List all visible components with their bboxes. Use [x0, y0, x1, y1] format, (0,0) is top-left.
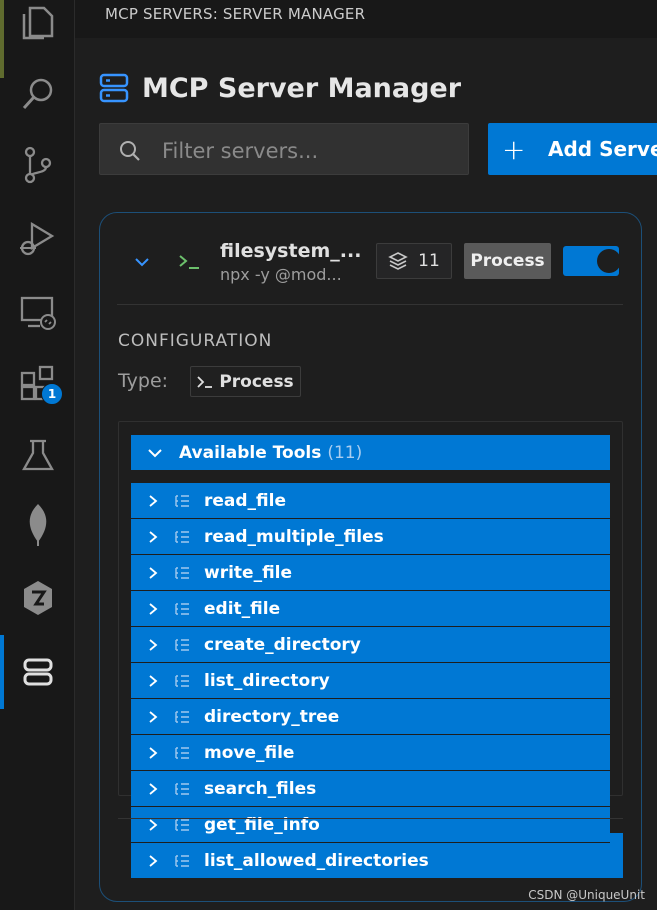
- tool-list-icon: [175, 818, 189, 831]
- server-type-chip: Process: [464, 243, 551, 279]
- tool-name: move_file: [204, 742, 295, 763]
- tool-list-icon: [175, 746, 189, 759]
- drag-ghost: [610, 833, 623, 878]
- mcp-servers-icon[interactable]: [0, 635, 75, 709]
- terminal-prompt-icon: [197, 375, 213, 388]
- hexagon-extension-icon[interactable]: [0, 570, 75, 626]
- server-command: npx -y @mod...: [220, 265, 342, 284]
- chevron-right-icon: [149, 854, 158, 867]
- run-debug-icon[interactable]: [0, 210, 75, 266]
- tool-name: read_file: [204, 490, 287, 511]
- chevron-right-icon: [149, 566, 158, 579]
- tool-row[interactable]: list_directory: [131, 663, 610, 698]
- type-value: Process: [219, 371, 294, 392]
- tool-name: list_allowed_directories: [204, 850, 429, 871]
- tool-row[interactable]: read_file: [131, 483, 610, 518]
- type-value-chip: Process: [190, 366, 301, 397]
- tool-list-icon: [175, 530, 189, 543]
- tool-row[interactable]: search_files: [131, 771, 610, 806]
- tool-name: read_multiple_files: [204, 526, 384, 547]
- testing-flask-icon[interactable]: [0, 427, 75, 483]
- available-tools-header[interactable]: Available Tools (11): [131, 435, 610, 470]
- tool-list-icon: [175, 854, 189, 867]
- watermark: CSDN @UniqueUnit: [528, 888, 645, 902]
- activity-bar: 1: [0, 0, 75, 910]
- chevron-right-icon: [149, 638, 158, 651]
- tools-count-chip: 11: [376, 243, 452, 279]
- chevron-right-icon: [149, 782, 158, 795]
- divider: [118, 818, 623, 819]
- tool-row[interactable]: write_file: [131, 555, 610, 590]
- remote-explorer-icon[interactable]: [0, 284, 75, 340]
- chevron-right-icon: [149, 494, 158, 507]
- tool-row[interactable]: read_multiple_files: [131, 519, 610, 554]
- chevron-right-icon: [149, 674, 158, 687]
- terminal-icon: [179, 255, 199, 269]
- panel-header: MCP SERVERS: SERVER MANAGER: [75, 0, 657, 38]
- divider: [117, 304, 623, 305]
- chevron-right-icon: [149, 602, 158, 615]
- tool-list: read_file read_multiple_files write_file…: [131, 483, 623, 879]
- tool-list-icon: [175, 710, 189, 723]
- tool-name: search_files: [204, 778, 317, 799]
- tool-list-icon: [175, 674, 189, 687]
- tool-list-icon: [175, 494, 189, 507]
- chevron-right-icon: [149, 530, 158, 543]
- extensions-badge: 1: [41, 383, 63, 405]
- tool-row[interactable]: get_file_info: [131, 807, 610, 842]
- tool-name: list_directory: [204, 670, 330, 691]
- panel-header-title: MCP SERVERS: SERVER MANAGER: [105, 5, 366, 23]
- extensions-icon[interactable]: [0, 355, 75, 411]
- explorer-icon[interactable]: [0, 0, 75, 50]
- tools-count: 11: [418, 251, 440, 271]
- toggle-knob: [597, 249, 621, 273]
- tool-list-icon: [175, 638, 189, 651]
- tool-row[interactable]: edit_file: [131, 591, 610, 626]
- tool-list-icon: [175, 782, 189, 795]
- layers-icon: [388, 252, 408, 270]
- server-name: filesystem_...: [220, 240, 362, 262]
- chevron-right-icon: [149, 818, 158, 831]
- tool-row[interactable]: move_file: [131, 735, 610, 770]
- tool-name: write_file: [204, 562, 293, 583]
- available-tools-title: Available Tools: [179, 442, 322, 463]
- chevron-down-icon[interactable]: [133, 253, 151, 271]
- configuration-heading: CONFIGURATION: [118, 331, 273, 351]
- server-enabled-toggle[interactable]: [563, 246, 621, 276]
- page-title: MCP Server Manager: [142, 72, 462, 104]
- filter-box: [99, 123, 469, 175]
- chevron-right-icon: [149, 710, 158, 723]
- tool-list-icon: [175, 602, 189, 615]
- mongodb-leaf-icon[interactable]: [0, 497, 75, 553]
- plus-icon: +: [502, 132, 526, 166]
- tool-name: edit_file: [204, 598, 281, 619]
- chevron-down-icon: [148, 448, 162, 457]
- tool-name: create_directory: [204, 634, 361, 655]
- add-server-label: Add Server: [548, 137, 657, 161]
- server-stack-icon: [99, 73, 129, 103]
- filter-servers-input[interactable]: [160, 134, 454, 168]
- tool-list-icon: [175, 566, 189, 579]
- available-tools-count: (11): [327, 442, 363, 463]
- tool-row[interactable]: directory_tree: [131, 699, 610, 734]
- tool-row[interactable]: list_allowed_directories: [131, 833, 623, 878]
- chevron-right-icon: [149, 746, 158, 759]
- search-icon: [120, 141, 140, 161]
- manager-title-row: MCP Server Manager: [98, 68, 461, 108]
- type-label: Type:: [118, 370, 169, 392]
- source-control-icon[interactable]: [0, 137, 75, 193]
- search-icon[interactable]: [0, 66, 75, 122]
- tool-row[interactable]: create_directory: [131, 627, 610, 662]
- add-server-button[interactable]: + Add Server: [488, 123, 657, 175]
- tool-name: directory_tree: [204, 706, 340, 727]
